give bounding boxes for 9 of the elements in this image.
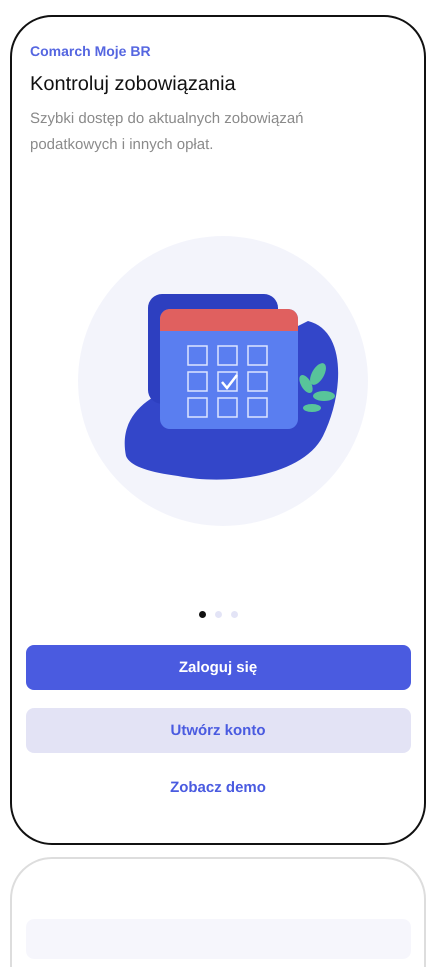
- page-indicator-dot[interactable]: [214, 611, 222, 618]
- login-button[interactable]: Zaloguj się: [26, 645, 410, 690]
- screen-title: Kontroluj zobowiązania: [30, 73, 237, 96]
- app-name: Comarch Moje BR: [30, 43, 152, 59]
- demo-link[interactable]: Zobacz demo: [170, 779, 266, 796]
- page-indicator-dot[interactable]: [198, 611, 206, 618]
- create-account-button[interactable]: Utwórz konto: [26, 708, 410, 753]
- screen-description: Szybki dostęp do aktualnych zobowiązań podatkowych i innych opłat.: [30, 109, 305, 155]
- page-indicator-dot[interactable]: [230, 611, 238, 618]
